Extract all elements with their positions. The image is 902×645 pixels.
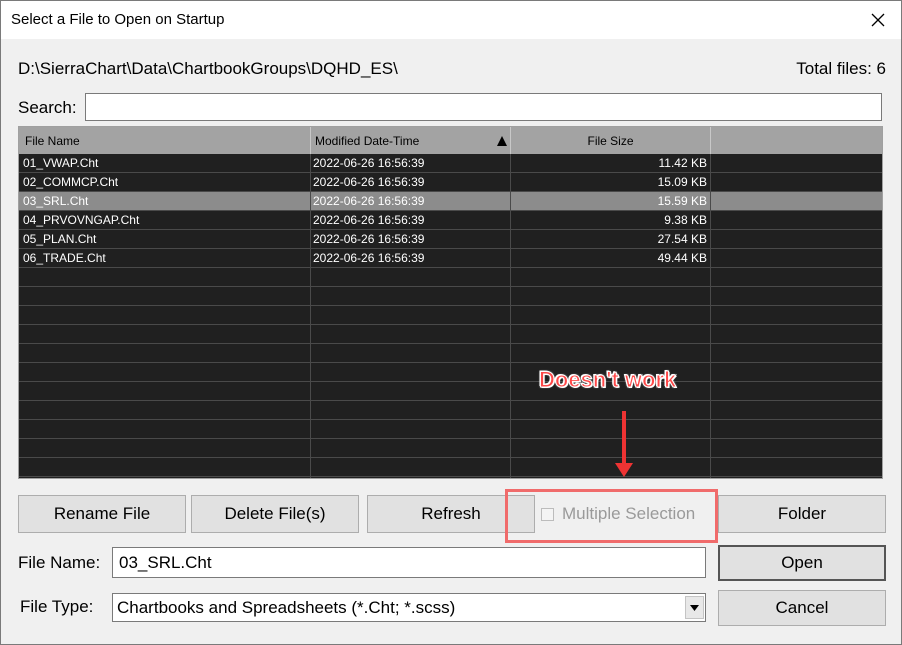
file-row[interactable]: 03_SRL.Cht 2022-06-26 16:56:39 15.59 KB	[19, 192, 882, 211]
file-type-dropdown[interactable]: Chartbooks and Spreadsheets (*.Cht; *.sc…	[112, 593, 706, 622]
cell-size: 27.54 KB	[657, 232, 707, 246]
folder-button[interactable]: Folder	[718, 495, 886, 533]
cell-modified: 2022-06-26 16:56:39	[313, 175, 425, 189]
cancel-button[interactable]: Cancel	[718, 590, 886, 626]
cell-modified: 2022-06-26 16:56:39	[313, 156, 425, 170]
title-bar: Select a File to Open on Startup	[1, 1, 901, 39]
cell-name: 04_PRVOVNGAP.Cht	[23, 213, 140, 227]
folder-path: D:\SierraChart\Data\ChartbookGroups\DQHD…	[18, 59, 398, 78]
dialog-title: Select a File to Open on Startup	[11, 11, 225, 28]
empty-row	[19, 306, 882, 325]
file-row[interactable]: 01_VWAP.Cht 2022-06-26 16:56:39 11.42 KB	[19, 154, 882, 173]
file-row[interactable]: 06_TRADE.Cht 2022-06-26 16:56:39 49.44 KB	[19, 249, 882, 268]
annotation-highlight-box	[505, 489, 718, 543]
cell-name: 03_SRL.Cht	[23, 194, 89, 208]
file-list-grid[interactable]: File Name Modified Date-Time File Size 0…	[18, 126, 883, 479]
search-label: Search:	[18, 98, 77, 117]
empty-row	[19, 420, 882, 439]
column-divider	[510, 154, 511, 478]
close-button[interactable]	[855, 1, 901, 39]
delete-files-button[interactable]: Delete File(s)	[191, 495, 359, 533]
cell-modified: 2022-06-26 16:56:39	[313, 232, 425, 246]
empty-row	[19, 287, 882, 306]
file-name-field[interactable]: 03_SRL.Cht	[112, 547, 706, 578]
total-files-count: Total files: 6	[796, 59, 886, 78]
file-row[interactable]: 04_PRVOVNGAP.Cht 2022-06-26 16:56:39 9.38 …	[19, 211, 882, 230]
cell-size: 11.42 KB	[658, 156, 707, 170]
annotation-text: Doesn't work	[538, 367, 677, 393]
empty-row	[19, 401, 882, 420]
empty-row	[19, 363, 882, 382]
close-icon	[871, 13, 885, 27]
cell-size: 15.09 KB	[657, 175, 707, 189]
empty-row	[19, 382, 882, 401]
file-name-label: File Name:	[18, 553, 101, 572]
column-header-file-size[interactable]: File Size	[511, 127, 711, 154]
cell-name: 02_COMMCP.Cht	[23, 175, 119, 189]
cell-size: 9.38 KB	[664, 213, 707, 227]
rename-file-button[interactable]: Rename File	[18, 495, 186, 533]
file-open-dialog: Select a File to Open on Startup D:\Sier…	[0, 0, 902, 645]
empty-row	[19, 439, 882, 458]
grid-header: File Name Modified Date-Time File Size	[19, 127, 882, 154]
cell-size: 15.59 KB	[657, 194, 707, 208]
sort-ascending-icon	[497, 136, 507, 146]
column-header-empty	[711, 127, 882, 154]
file-row[interactable]: 02_COMMCP.Cht 2022-06-26 16:56:39 15.09 KB	[19, 173, 882, 192]
column-header-file-name[interactable]: File Name	[19, 127, 311, 154]
chevron-down-icon	[690, 604, 699, 611]
open-button[interactable]: Open	[718, 545, 886, 581]
cell-size: 49.44 KB	[657, 251, 707, 265]
empty-row	[19, 325, 882, 344]
cell-name: 06_TRADE.Cht	[23, 251, 106, 265]
file-row[interactable]: 05_PLAN.Cht 2022-06-26 16:56:39 27.54 KB	[19, 230, 882, 249]
cell-name: 01_VWAP.Cht	[23, 156, 99, 170]
column-divider	[310, 154, 311, 478]
empty-row	[19, 268, 882, 287]
column-divider	[710, 154, 711, 478]
cell-modified: 2022-06-26 16:56:39	[313, 213, 425, 227]
dropdown-button[interactable]	[685, 596, 704, 619]
empty-row	[19, 458, 882, 477]
cell-name: 05_PLAN.Cht	[23, 232, 97, 246]
annotation-arrowhead-icon	[615, 463, 633, 477]
file-type-value: Chartbooks and Spreadsheets (*.Cht; *.sc…	[117, 598, 456, 617]
cell-modified: 2022-06-26 16:56:39	[313, 194, 425, 208]
search-input[interactable]	[85, 93, 882, 121]
annotation-arrow-icon	[622, 411, 626, 466]
column-header-modified[interactable]: Modified Date-Time	[311, 127, 511, 154]
empty-row	[19, 344, 882, 363]
cell-modified: 2022-06-26 16:56:39	[313, 251, 425, 265]
file-type-label: File Type:	[20, 597, 94, 616]
